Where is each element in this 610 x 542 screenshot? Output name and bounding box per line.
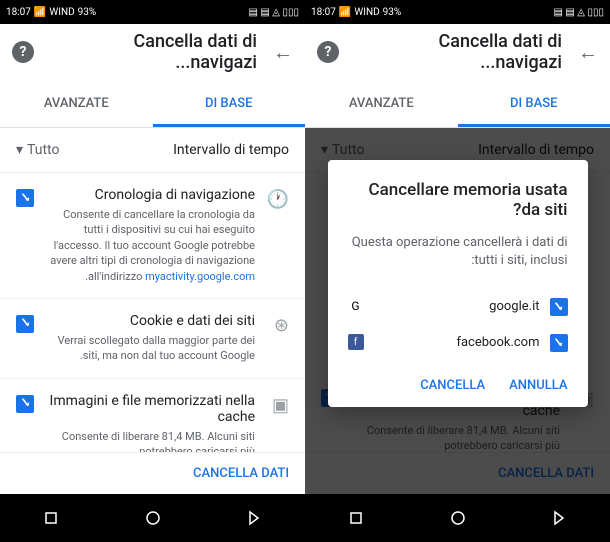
dialog-actions: ANNULLA CANCELLA: [348, 374, 568, 397]
nav-home-icon[interactable]: [143, 508, 163, 528]
site-row-facebook: facebook.com f: [348, 324, 568, 360]
carrier-text: WIND: [49, 7, 74, 18]
option-history[interactable]: 🕐 Cronologia di navigazione Consente di …: [0, 173, 305, 299]
google-checkbox[interactable]: [550, 298, 568, 316]
help-icon[interactable]: ?: [317, 41, 339, 63]
tab-bar: DI BASE AVANZATE: [0, 80, 305, 128]
time-range-label: Intervallo di tempo: [173, 142, 289, 158]
modal-overlay[interactable]: Cancellare memoria usata da siti? Questa…: [305, 128, 610, 494]
main-content: Intervallo di tempo Tutto ▾ 🕐 Cronologia…: [0, 128, 305, 452]
facebook-site-name: facebook.com: [456, 335, 539, 350]
site-row-google: google.it G: [348, 288, 568, 324]
history-checkbox[interactable]: [16, 189, 34, 207]
status-icons: ▯▯▯ ◬ ▤ ▤: [553, 7, 604, 18]
cookies-checkbox[interactable]: [16, 315, 34, 333]
screen-right: ▯▯▯ ◬ ▤ ▤ 93% WIND 📶 18:07 ← Cancella da…: [0, 0, 305, 542]
time-text: 18:07: [6, 7, 31, 18]
page-title: Cancella dati di navigazi...: [50, 31, 257, 73]
dialog-title: Cancellare memoria usata da siti?: [348, 180, 568, 220]
cache-title: Immagini e file memorizzati nella cache: [48, 393, 255, 425]
carrier-text: WIND: [354, 7, 379, 18]
cookies-desc: Verrai scollegato dalla maggior parte de…: [48, 333, 255, 364]
facebook-icon: f: [348, 334, 364, 350]
nav-back-icon[interactable]: [244, 508, 264, 528]
navigation-bar: [305, 494, 610, 542]
clear-data-button[interactable]: CANCELLA DATI: [193, 466, 289, 481]
google-icon: G: [348, 298, 364, 314]
nav-recent-icon[interactable]: [41, 508, 61, 528]
confirm-button[interactable]: CANCELLA: [420, 378, 485, 393]
history-title: Cronologia di navigazione: [48, 187, 255, 203]
cookie-icon: ⊛: [269, 315, 289, 335]
nav-back-icon[interactable]: [549, 508, 569, 528]
page-title: Cancella dati di navigazi...: [355, 31, 562, 73]
navigation-bar: [0, 494, 305, 542]
status-bar: ▯▯▯ ◬ ▤ ▤ 93% WIND 📶 18:07: [0, 0, 305, 24]
screen-left: ▯▯▯ ◬ ▤ ▤ 93% WIND 📶 18:07 ← Cancella da…: [305, 0, 610, 542]
app-header: ← Cancella dati di navigazi... ?: [0, 24, 305, 80]
status-icons: ▯▯▯ ◬ ▤ ▤: [248, 7, 299, 18]
google-site-name: google.it: [489, 299, 539, 314]
tab-advanced[interactable]: AVANZATE: [305, 80, 458, 127]
battery-text: 93%: [383, 7, 402, 18]
help-icon[interactable]: ?: [12, 41, 34, 63]
back-arrow-icon[interactable]: ←: [273, 40, 293, 65]
time-range-value: Tutto: [27, 142, 59, 158]
nav-recent-icon[interactable]: [346, 508, 366, 528]
cookies-title: Cookie e dati dei siti: [48, 313, 255, 329]
footer-bar: CANCELLA DATI: [0, 452, 305, 494]
option-cookies[interactable]: ⊛ Cookie e dati dei siti Verrai scollega…: [0, 299, 305, 379]
tab-basic[interactable]: DI BASE: [458, 80, 610, 127]
cancel-button[interactable]: ANNULLA: [509, 378, 567, 393]
image-icon: ▣: [269, 395, 289, 415]
battery-text: 93%: [78, 7, 97, 18]
cache-checkbox[interactable]: [16, 395, 34, 413]
nav-home-icon[interactable]: [448, 508, 468, 528]
time-text: 18:07: [311, 7, 336, 18]
facebook-checkbox[interactable]: [550, 334, 568, 352]
tab-bar: DI BASE AVANZATE: [305, 80, 610, 128]
tab-basic[interactable]: DI BASE: [153, 80, 306, 127]
tab-advanced[interactable]: AVANZATE: [0, 80, 153, 127]
confirm-dialog: Cancellare memoria usata da siti? Questa…: [328, 160, 588, 407]
dropdown-icon: ▾: [16, 142, 23, 158]
back-arrow-icon[interactable]: ←: [578, 40, 598, 65]
dialog-message: Questa operazione cancellerà i dati di t…: [348, 234, 568, 270]
history-icon: 🕐: [269, 189, 289, 209]
app-header: ← Cancella dati di navigazi... ?: [305, 24, 610, 80]
history-desc: Consente di cancellare la cronologia da …: [48, 207, 255, 284]
option-cache[interactable]: ▣ Immagini e file memorizzati nella cach…: [0, 379, 305, 452]
status-bar: ▯▯▯ ◬ ▤ ▤ 93% WIND 📶 18:07: [305, 0, 610, 24]
time-range-row[interactable]: Intervallo di tempo Tutto ▾: [0, 128, 305, 173]
cache-desc: Consente di liberare 81,4 MB. Alcuni sit…: [48, 429, 255, 452]
